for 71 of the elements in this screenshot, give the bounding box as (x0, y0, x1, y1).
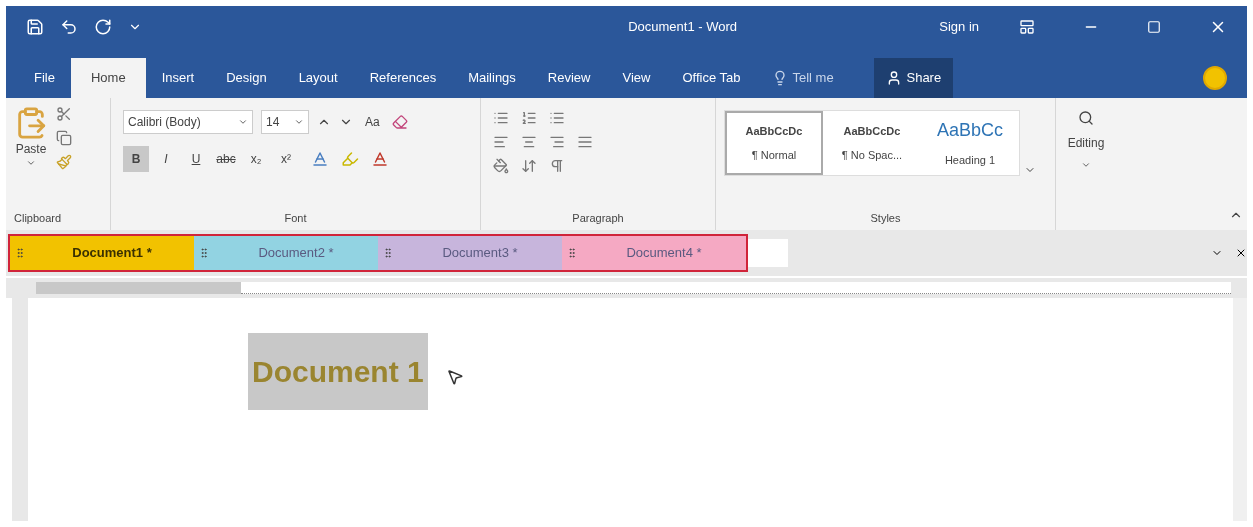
editing-button[interactable]: Editing (1056, 98, 1116, 170)
style-gallery-item[interactable]: AaBbCc Heading 1 (921, 111, 1019, 175)
caret-icon (238, 117, 248, 127)
grip-icon (198, 247, 210, 259)
sign-in-link[interactable]: Sign in (939, 17, 979, 37)
tell-me-field[interactable]: Tell me (792, 68, 863, 88)
close-tab-icon[interactable] (1235, 247, 1247, 259)
caret-icon (26, 158, 36, 168)
text-effects-icon[interactable] (311, 150, 329, 168)
multilevel-list-icon[interactable] (549, 110, 565, 126)
ribbon-tab[interactable]: Review (531, 58, 607, 98)
document-tab[interactable]: Document2 * (194, 236, 378, 270)
document-heading: Document 1 (248, 333, 428, 410)
ribbon-tab[interactable]: Mailings (452, 58, 532, 98)
sort-icon[interactable] (521, 158, 537, 174)
font-size-field[interactable]: 14 (261, 110, 309, 134)
user-avatar-icon[interactable] (1203, 66, 1227, 90)
shading-icon[interactable] (493, 158, 509, 174)
align-right-icon[interactable] (549, 134, 565, 150)
caret-icon (1081, 160, 1091, 170)
change-case-button[interactable]: Aa (361, 113, 384, 131)
window-title: Document1 - Word (627, 18, 739, 37)
ribbon-tab[interactable]: References (353, 58, 453, 98)
format-button[interactable]: B (123, 146, 149, 172)
ribbon-tab[interactable]: View (606, 58, 667, 98)
format-button[interactable]: U (183, 146, 209, 172)
grip-icon (566, 247, 578, 259)
clear-formatting-icon[interactable] (391, 114, 408, 130)
share-button[interactable]: Share (874, 58, 954, 98)
format-button[interactable]: x₂ (243, 146, 269, 172)
font-name-field[interactable]: Calibri (Body) (123, 110, 253, 134)
align-left-icon[interactable] (493, 134, 509, 150)
style-gallery-item[interactable]: AaBbCcDc ¶ No Spac... (823, 111, 921, 175)
justify-icon[interactable] (577, 134, 593, 150)
cut-icon[interactable] (56, 106, 72, 122)
save-icon[interactable] (26, 18, 44, 36)
show-marks-icon[interactable] (549, 158, 565, 174)
grip-icon (382, 247, 394, 259)
ribbon-tab[interactable]: Layout (282, 58, 354, 98)
bullets-icon[interactable] (493, 110, 509, 126)
ribbon-tab[interactable]: Office Tab (666, 58, 757, 98)
group-label: Styles (869, 210, 902, 226)
caret-icon (294, 117, 304, 127)
grip-icon (14, 247, 26, 259)
undo-icon[interactable] (60, 18, 78, 36)
search-icon (1078, 110, 1094, 126)
format-button[interactable]: x² (273, 146, 299, 172)
document-tab[interactable]: Document1 * (10, 236, 194, 270)
font-color-icon[interactable] (371, 150, 389, 168)
ribbon-tab[interactable]: Home (70, 58, 146, 98)
ribbon-options-icon[interactable] (1019, 19, 1035, 35)
mouse-cursor-icon (446, 368, 464, 386)
redo-icon[interactable] (94, 18, 112, 36)
style-gallery-item[interactable]: AaBbCcDc ¶ Normal (725, 111, 823, 175)
numbering-icon[interactable] (521, 110, 537, 126)
group-label: Font (283, 210, 308, 226)
empty-tab-slot (748, 239, 788, 267)
maximize-icon[interactable] (1147, 20, 1161, 34)
paste-button[interactable]: Paste (14, 106, 48, 210)
group-label: Paragraph (571, 210, 625, 226)
group-label: Clipboard (13, 210, 63, 226)
format-button[interactable]: I (153, 146, 179, 172)
format-button[interactable]: abc (213, 146, 239, 172)
copy-icon[interactable] (56, 130, 72, 146)
ribbon-tab[interactable]: Design (210, 58, 283, 98)
ribbon-tab[interactable]: Insert (145, 58, 211, 98)
format-painter-icon[interactable] (56, 154, 72, 170)
document-tab[interactable]: Document4 * (562, 236, 746, 270)
document-tab[interactable]: Document3 * (378, 236, 562, 270)
align-center-icon[interactable] (521, 134, 537, 150)
ribbon-tab[interactable]: File (18, 58, 71, 98)
